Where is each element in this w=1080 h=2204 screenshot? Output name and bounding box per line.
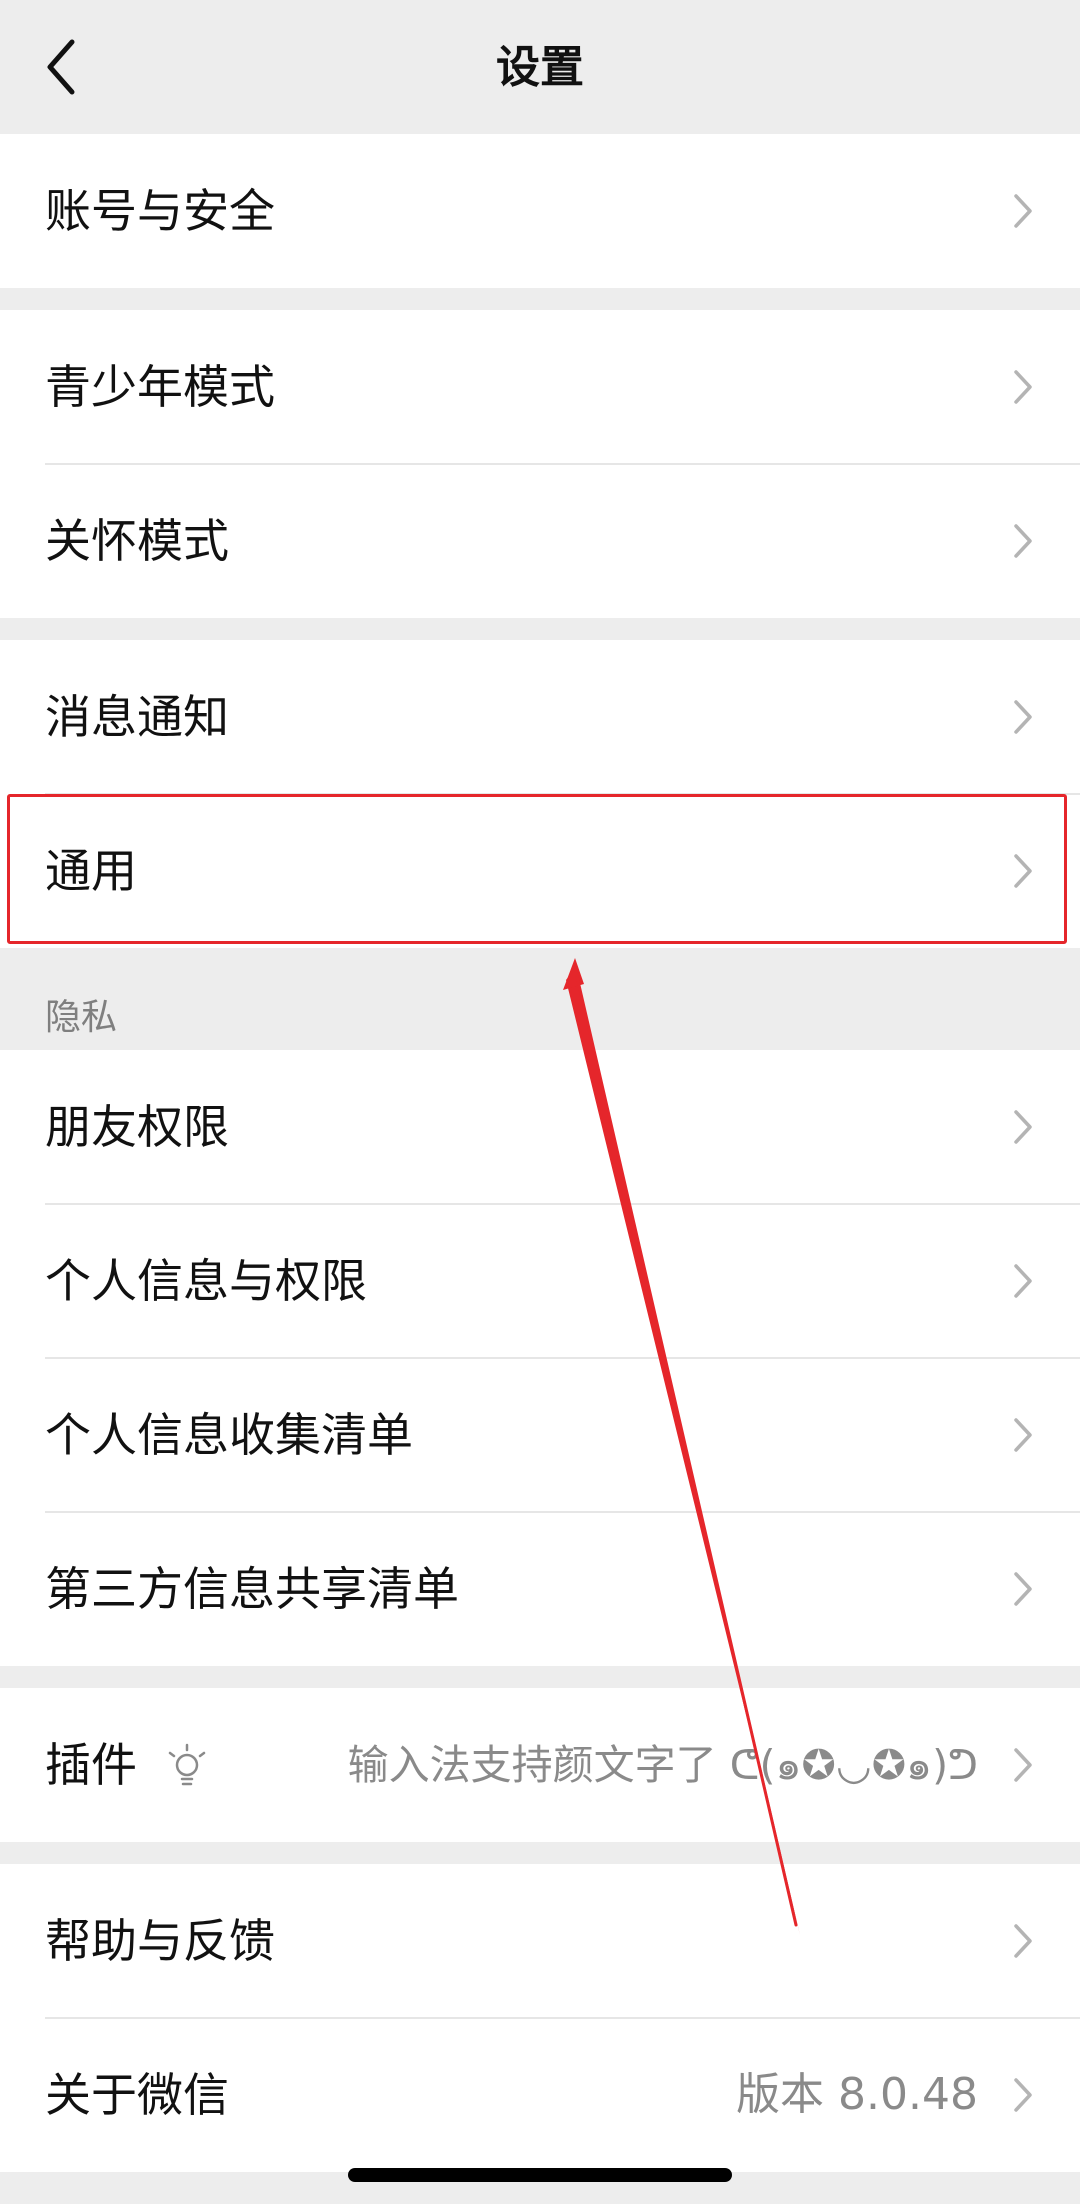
home-indicator <box>348 2168 732 2182</box>
annotation-arrow <box>563 958 800 1935</box>
